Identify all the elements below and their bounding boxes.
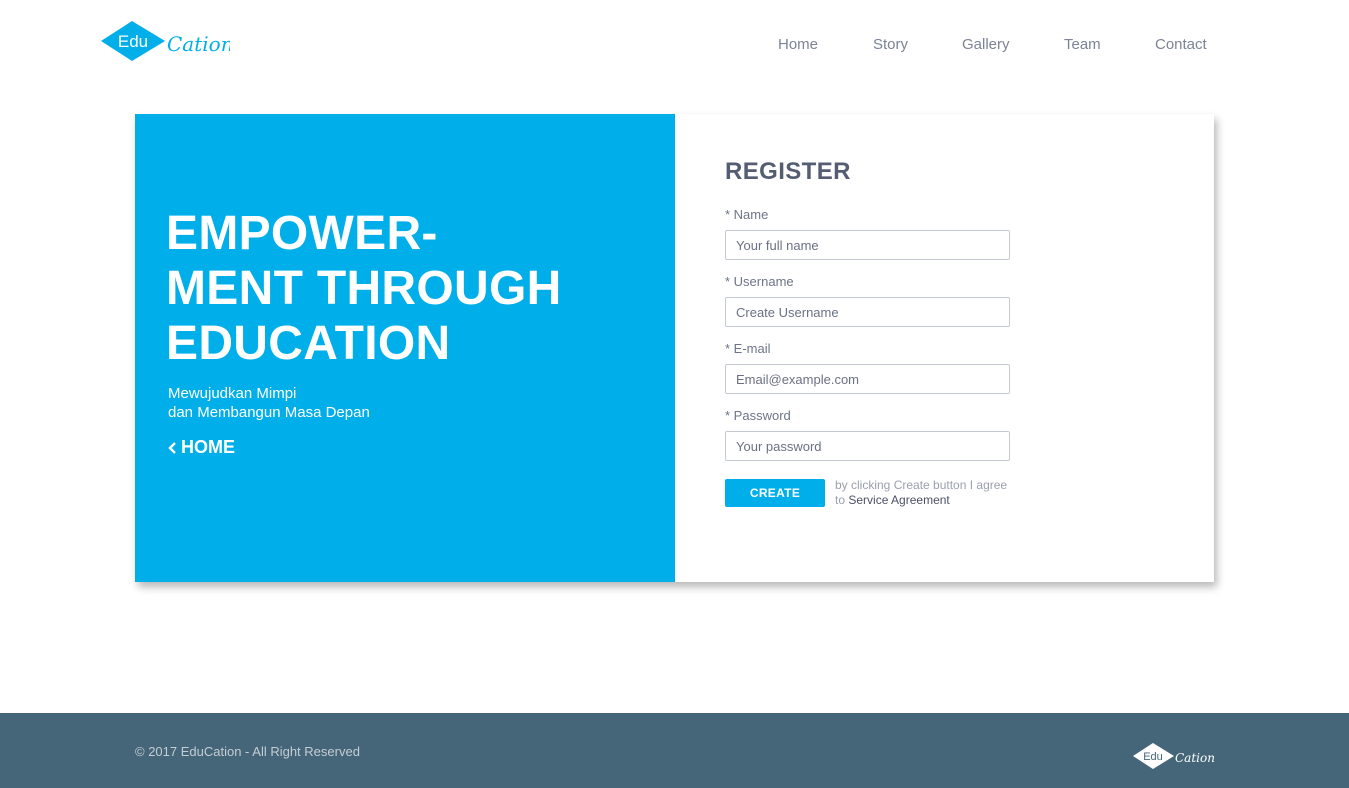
email-input[interactable] bbox=[725, 364, 1010, 394]
password-input[interactable] bbox=[725, 431, 1010, 461]
hero-subtitle-line: dan Membangun Masa Depan bbox=[168, 404, 370, 421]
site-header: Edu Cation Home Story Gallery Team Conta… bbox=[0, 0, 1349, 90]
hero-title: EMPOWER- MENT THROUGH EDUCATION bbox=[166, 206, 636, 371]
hero-subtitle-line: Mewujudkan Mimpi bbox=[168, 385, 297, 402]
name-label: * Name bbox=[725, 207, 769, 222]
hero-subtitle: Mewujudkan Mimpi dan Membangun Masa Depa… bbox=[168, 384, 370, 422]
hero-title-line: EMPOWER- bbox=[166, 207, 438, 260]
main-nav: Home Story Gallery Team Contact bbox=[0, 36, 1349, 56]
email-label: * E-mail bbox=[725, 341, 771, 356]
footer-logo-script-text: Cation bbox=[1175, 751, 1215, 765]
nav-team[interactable]: Team bbox=[1064, 36, 1101, 53]
hero-panel: EMPOWER- MENT THROUGH EDUCATION Mewujudk… bbox=[135, 114, 675, 582]
create-button[interactable]: CREATE bbox=[725, 479, 825, 507]
chevron-left-icon bbox=[168, 441, 176, 454]
register-card: EMPOWER- MENT THROUGH EDUCATION Mewujudk… bbox=[135, 114, 1214, 582]
back-home-label: HOME bbox=[181, 437, 235, 457]
footer-logo-badge-text: Edu bbox=[1143, 751, 1163, 763]
nav-home[interactable]: Home bbox=[778, 36, 818, 53]
service-agreement-link[interactable]: Service Agreement bbox=[848, 493, 949, 507]
username-label: * Username bbox=[725, 274, 794, 289]
nav-contact[interactable]: Contact bbox=[1155, 36, 1207, 53]
agreement-note: by clicking Create button I agree to Ser… bbox=[835, 478, 1010, 508]
back-home-link[interactable]: HOME bbox=[168, 437, 235, 458]
footer-logo[interactable]: Edu Cation bbox=[1132, 741, 1216, 771]
password-label: * Password bbox=[725, 408, 791, 423]
site-footer: © 2017 EduCation - All Right Reserved Ed… bbox=[0, 713, 1349, 788]
nav-gallery[interactable]: Gallery bbox=[962, 36, 1010, 53]
copyright-text: © 2017 EduCation - All Right Reserved bbox=[135, 744, 360, 759]
hero-title-line: MENT THROUGH bbox=[166, 262, 562, 315]
username-input[interactable] bbox=[725, 297, 1010, 327]
hero-title-line: EDUCATION bbox=[166, 317, 451, 370]
nav-story[interactable]: Story bbox=[873, 36, 908, 53]
name-input[interactable] bbox=[725, 230, 1010, 260]
form-title: REGISTER bbox=[725, 158, 851, 185]
